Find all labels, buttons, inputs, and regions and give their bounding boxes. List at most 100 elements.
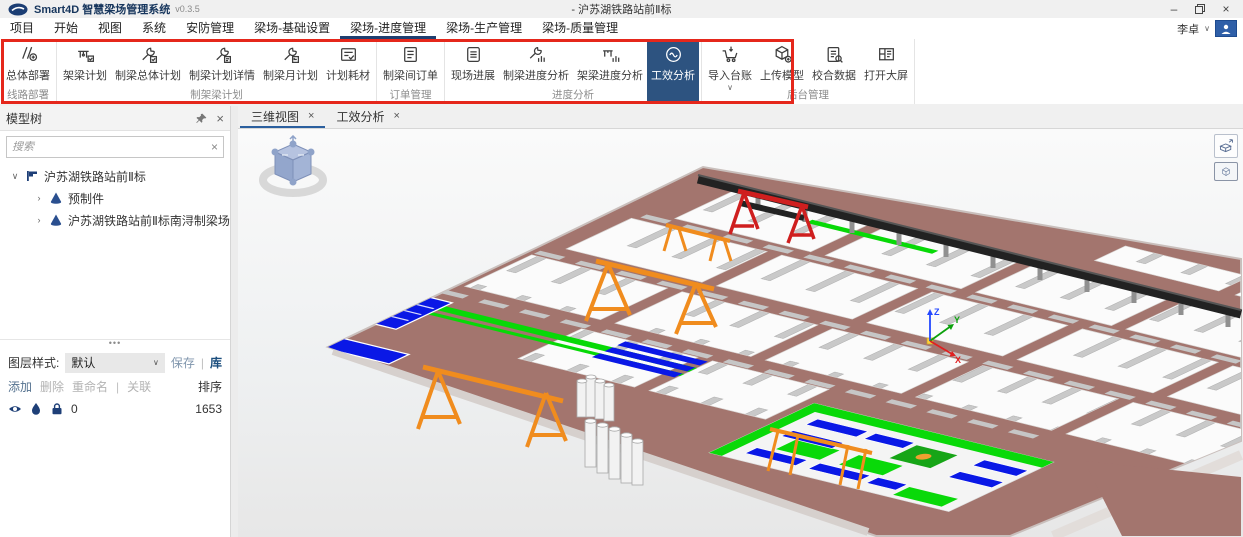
ribbon-group-orders: 制梁间订单 订单管理: [377, 39, 445, 104]
paint-droplet-icon[interactable]: [29, 402, 43, 416]
layer-style-select[interactable]: 默认 ∨: [65, 353, 165, 373]
visibility-eye-icon[interactable]: [8, 402, 22, 416]
beam-progress-analysis-button[interactable]: 制梁进度分析: [499, 39, 573, 104]
delete-layer-link[interactable]: 删除: [40, 378, 64, 395]
tree-item-precast[interactable]: › 预制件: [0, 187, 230, 209]
panel-close-icon[interactable]: ×: [216, 111, 224, 126]
pin-icon[interactable]: [195, 112, 208, 125]
add-layer-link[interactable]: 添加: [8, 378, 32, 395]
component-icon: [49, 213, 63, 227]
menu-item-start[interactable]: 开始: [44, 18, 88, 39]
upload-model-icon: [772, 44, 793, 65]
verify-data-button[interactable]: 校合数据: [808, 39, 860, 104]
beam-month-plan-icon: [280, 44, 301, 65]
beam-order-button[interactable]: 制梁间订单: [379, 39, 442, 104]
rename-layer-link[interactable]: 重命名: [72, 378, 108, 395]
component-icon: [49, 191, 63, 205]
restore-button[interactable]: [1187, 0, 1213, 18]
layer-style-label: 图层样式:: [8, 354, 59, 371]
overall-deploy-button[interactable]: 总体部署: [2, 39, 54, 104]
navigation-cube[interactable]: [254, 135, 332, 201]
user-avatar[interactable]: [1215, 20, 1237, 37]
panel-title: 模型树: [6, 110, 42, 127]
menu-item-yard-quality[interactable]: 梁场-质量管理: [532, 18, 628, 39]
menu-item-view[interactable]: 视图: [88, 18, 132, 39]
restore-icon: [1195, 4, 1205, 14]
plan-material-button[interactable]: 计划耗材: [322, 39, 374, 104]
menu-item-yard-basic[interactable]: 梁场-基础设置: [244, 18, 340, 39]
save-link[interactable]: 保存: [171, 354, 195, 371]
menu-item-yard-progress[interactable]: 梁场-进度管理: [340, 18, 436, 39]
menu-item-security[interactable]: 安防管理: [176, 18, 244, 39]
layer-row[interactable]: 0 1653: [8, 397, 222, 421]
lock-icon[interactable]: [50, 402, 64, 416]
search-clear-icon[interactable]: ×: [211, 140, 218, 154]
expander-icon[interactable]: ›: [34, 193, 44, 203]
user-chevron-down-icon[interactable]: ∨: [1204, 24, 1210, 33]
tab-efficiency[interactable]: 工效分析 ×: [325, 106, 410, 128]
tree-item-label: 预制件: [68, 190, 104, 207]
beam-month-plan-button[interactable]: 制梁月计划: [259, 39, 322, 104]
chevron-down-icon: ∨: [153, 358, 159, 367]
beam-overall-plan-icon: [138, 44, 159, 65]
user-name[interactable]: 李卓: [1177, 21, 1199, 37]
upload-model-button[interactable]: 上传模型: [756, 39, 808, 104]
3d-viewport[interactable]: Z Y X: [238, 129, 1243, 537]
search-box: ×: [6, 136, 224, 158]
menu-item-system[interactable]: 系统: [132, 18, 176, 39]
expander-icon[interactable]: ›: [34, 215, 44, 225]
menu-item-project[interactable]: 项目: [0, 18, 44, 39]
panel-splitter[interactable]: [231, 106, 238, 537]
fit-view-icon: [1218, 138, 1235, 155]
library-link[interactable]: 库: [210, 354, 222, 371]
erection-progress-analysis-button[interactable]: 架梁进度分析: [573, 39, 647, 104]
tab-3d-view[interactable]: 三维视图 ×: [240, 106, 325, 128]
beam-progress-analysis-icon: [526, 44, 547, 65]
open-screen-button[interactable]: 打开大屏: [860, 39, 912, 104]
beam-overall-plan-button[interactable]: 制梁总体计划: [111, 39, 185, 104]
chevron-down-icon: ∨: [727, 85, 733, 91]
isometric-view-icon: [1221, 163, 1231, 180]
close-button[interactable]: ×: [1213, 0, 1239, 18]
link-layer-link[interactable]: 关联: [127, 378, 151, 395]
import-ledger-icon: [720, 44, 741, 65]
tab-close-icon[interactable]: ×: [393, 110, 399, 122]
fit-view-button[interactable]: [1214, 134, 1238, 158]
open-screen-icon: [876, 44, 897, 65]
site-progress-icon: [463, 44, 484, 65]
tree-item-label: 沪苏湖铁路站前Ⅱ标: [44, 168, 146, 185]
expander-icon[interactable]: ∨: [10, 171, 20, 182]
beam-plan-detail-button[interactable]: 制梁计划详情: [185, 39, 259, 104]
erection-plan-button[interactable]: 架梁计划: [59, 39, 111, 104]
erection-plan-icon: [75, 44, 96, 65]
layer-style-section: ••• 图层样式: 默认 ∨ 保存 | 库 添加 删除 重命名 | 关联 排序: [0, 339, 230, 421]
tree-item-root[interactable]: ∨ 沪苏湖铁路站前Ⅱ标: [0, 165, 230, 187]
search-input[interactable]: [12, 141, 211, 153]
ribbon-group-progress-analysis: 现场进展 制梁进度分析 架梁进度分析 工效分析 进度分析: [445, 39, 702, 104]
beam-plan-detail-icon: [212, 44, 233, 65]
layer-name: 0: [71, 402, 78, 416]
ribbon-toolbar: 总体部署 线路部署 架梁计划 制梁总体计划: [0, 39, 1243, 106]
3d-scene: Z Y X: [238, 129, 1243, 537]
app-version: v0.3.5: [175, 4, 200, 14]
view-buttons: [1214, 134, 1238, 181]
splitter-handle[interactable]: •••: [8, 340, 222, 349]
sort-link[interactable]: 排序: [198, 378, 222, 395]
ribbon-group-beam-plans: 架梁计划 制梁总体计划 制梁计划详情 制梁月计划: [57, 39, 377, 104]
menu-item-yard-production[interactable]: 梁场-生产管理: [436, 18, 532, 39]
minimize-button[interactable]: –: [1161, 0, 1187, 18]
person-icon: [1220, 23, 1232, 35]
tab-close-icon[interactable]: ×: [308, 110, 314, 122]
view-tab-strip: 三维视图 × 工效分析 ×: [238, 106, 1243, 129]
efficiency-analysis-button[interactable]: 工效分析: [647, 39, 699, 104]
panel-header: 模型树 ×: [0, 106, 230, 131]
overall-deploy-icon: [18, 44, 39, 65]
tree-item-beam-yard[interactable]: › 沪苏湖铁路站前Ⅱ标南浔制梁场: [0, 209, 230, 231]
plan-material-icon: [338, 44, 359, 65]
isometric-view-button[interactable]: [1214, 162, 1238, 181]
site-progress-button[interactable]: 现场进展: [447, 39, 499, 104]
axis-x-label: X: [955, 355, 961, 365]
project-icon: [25, 169, 39, 183]
model-tree-panel: 模型树 × × ∨ 沪苏湖铁路站前Ⅱ标 ›: [0, 106, 231, 537]
import-ledger-button[interactable]: 导入台账 ∨: [704, 39, 756, 104]
